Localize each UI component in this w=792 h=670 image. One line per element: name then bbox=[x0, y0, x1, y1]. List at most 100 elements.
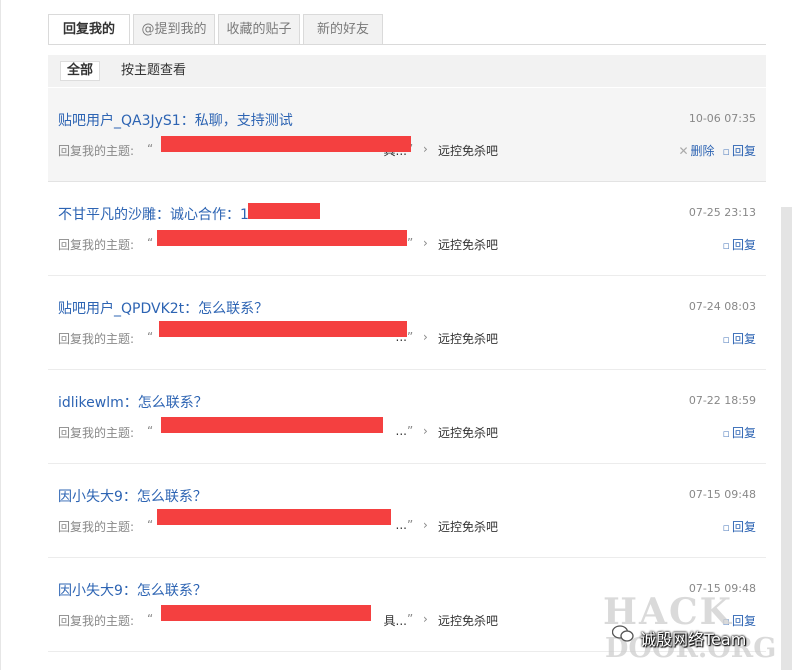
tab-new-friends[interactable]: 新的好友 bbox=[303, 14, 383, 44]
chevron-right-icon: › bbox=[423, 236, 428, 250]
reply-topic-label: 回复我的主题: bbox=[58, 426, 135, 440]
scrollbar[interactable] bbox=[781, 207, 792, 670]
filter-bar: 全部 按主题查看 bbox=[48, 55, 766, 87]
chevron-right-icon: › bbox=[423, 612, 428, 626]
quote-open: “ bbox=[147, 330, 154, 344]
tab-mentions[interactable]: @提到我的 bbox=[133, 14, 215, 44]
reply-user-link[interactable]: idlikewlm bbox=[58, 395, 124, 411]
redaction-mark bbox=[157, 509, 391, 525]
reply-topic-label: 回复我的主题: bbox=[58, 614, 135, 628]
chevron-right-icon: › bbox=[423, 518, 428, 532]
reply-item: 贴吧用户_QPDVK2t：怎么联系？ 07-24 08:03 回复我的主题: “...… bbox=[48, 276, 766, 370]
reply-item: idlikewlm：怎么联系？ 07-22 18:59 回复我的主题: “...” › 远… bbox=[48, 370, 766, 464]
filter-all[interactable]: 全部 bbox=[60, 61, 101, 81]
reply-title[interactable]: idlikewlm：怎么联系？ bbox=[58, 392, 208, 412]
quote-close: ” bbox=[407, 612, 414, 626]
chevron-right-icon: › bbox=[423, 424, 428, 438]
reply-user-link[interactable]: 因小失大9 bbox=[58, 489, 123, 505]
chevron-right-icon: › bbox=[423, 330, 428, 344]
reply-user-link[interactable]: 不甘平凡的沙雕 bbox=[58, 207, 156, 223]
reply-message[interactable]: 怎么联系？ bbox=[198, 301, 268, 317]
reply-actions: ✕ 删除 ▫ 回复 bbox=[678, 142, 756, 159]
forum-link[interactable]: 远控免杀吧 bbox=[438, 424, 498, 441]
forum-link[interactable]: 远控免杀吧 bbox=[438, 612, 498, 629]
reply-time: 10-06 07:35 bbox=[688, 112, 756, 125]
reply-label: 回复 bbox=[731, 426, 756, 440]
tab-favorites[interactable]: 收藏的贴子 bbox=[218, 14, 300, 44]
reply-time: 07-24 08:03 bbox=[688, 300, 756, 313]
reply-time: 07-15 09:48 bbox=[688, 488, 756, 501]
reply-time: 07-25 23:13 bbox=[688, 206, 756, 219]
title-colon: ： bbox=[123, 395, 138, 411]
reply-button[interactable]: ▫ 回复 bbox=[723, 520, 756, 534]
reply-button[interactable]: ▫ 回复 bbox=[723, 238, 756, 252]
wechat-logo-icon bbox=[611, 625, 634, 647]
forum-link[interactable]: 远控免杀吧 bbox=[438, 330, 498, 347]
reply-title[interactable]: 因小失大9：怎么联系？ bbox=[58, 486, 207, 506]
title-colon: ： bbox=[184, 301, 199, 317]
redaction-mark bbox=[157, 230, 407, 246]
reply-title[interactable]: 不甘平凡的沙雕：诚心合作：1 bbox=[58, 203, 320, 224]
reply-title[interactable]: 贴吧用户_QA3JyS1：私聊，支持测试 bbox=[58, 110, 293, 130]
quote-open: “ bbox=[147, 236, 154, 250]
reply-button[interactable]: ▫ 回复 bbox=[723, 332, 756, 346]
reply-item: 贴吧用户_QA3JyS1：私聊，支持测试10-06 07:35回复我的主题:“具… bbox=[48, 88, 766, 182]
reply-actions: ▫ 回复 bbox=[723, 236, 756, 253]
reply-button[interactable]: ▫ 回复 bbox=[723, 144, 756, 158]
delete-button[interactable]: ✕ 删除 bbox=[678, 144, 714, 158]
reply-topic-label: 回复我的主题: bbox=[58, 238, 135, 252]
reply-topic-label: 回复我的主题: bbox=[58, 520, 135, 534]
reply-title[interactable]: 贴吧用户_QPDVK2t：怎么联系？ bbox=[58, 298, 268, 318]
title-colon: ： bbox=[180, 113, 195, 129]
reply-button[interactable]: ▫ 回复 bbox=[723, 426, 756, 440]
reply-message[interactable]: 怎么联系？ bbox=[137, 489, 207, 505]
redaction-mark bbox=[161, 605, 371, 621]
forum-link[interactable]: 远控免杀吧 bbox=[438, 518, 498, 535]
reply-item: 因小失大9：怎么联系？ 07-15 09:48 回复我的主题: “...” › 远控免杀吧… bbox=[48, 464, 766, 558]
comment-icon: ▫ bbox=[722, 521, 730, 534]
reply-title[interactable]: 因小失大9：怎么联系？ bbox=[58, 580, 207, 600]
title-colon: ： bbox=[122, 489, 137, 505]
reply-user-link[interactable]: 贴吧用户_QPDVK2t bbox=[58, 301, 184, 317]
reply-message[interactable]: 怎么联系？ bbox=[137, 583, 207, 599]
reply-topic-label: 回复我的主题: bbox=[58, 332, 135, 346]
comment-icon: ▫ bbox=[722, 333, 730, 346]
quote-close: ” bbox=[407, 518, 414, 532]
reply-actions: ▫ 回复 bbox=[723, 424, 756, 441]
comment-icon: ▫ bbox=[722, 427, 730, 440]
reply-user-link[interactable]: 贴吧用户_QA3JyS1 bbox=[58, 113, 181, 129]
forum-link[interactable]: 远控免杀吧 bbox=[438, 142, 498, 159]
reply-actions: ▫ 回复 bbox=[723, 330, 756, 347]
redaction-mark bbox=[248, 203, 320, 219]
filter-by-topic[interactable]: 按主题查看 bbox=[115, 61, 192, 81]
reply-label: 回复 bbox=[731, 238, 756, 252]
title-colon: ： bbox=[156, 207, 170, 223]
comment-icon: ▫ bbox=[722, 145, 730, 158]
reply-label: 回复 bbox=[731, 520, 756, 534]
reply-actions: ▫ 回复 bbox=[723, 518, 756, 535]
quote-open: “ bbox=[147, 142, 154, 156]
redaction-mark bbox=[161, 417, 383, 433]
quote-open: “ bbox=[147, 518, 154, 532]
quote-close: ” bbox=[407, 424, 414, 438]
page-left-border bbox=[0, 0, 1, 670]
delete-label: 删除 bbox=[690, 144, 715, 158]
reply-topic-label: 回复我的主题: bbox=[58, 144, 135, 158]
tab-replies[interactable]: 回复我的 bbox=[48, 14, 130, 45]
watermark-brand: 诚殷网络Team bbox=[640, 630, 747, 649]
redaction-mark bbox=[161, 136, 411, 152]
reply-message[interactable]: 诚心合作：1 bbox=[170, 207, 249, 223]
chevron-right-icon: › bbox=[423, 142, 428, 156]
comment-icon: ▫ bbox=[722, 239, 730, 252]
quote-close: ” bbox=[407, 330, 414, 344]
x-icon: ✕ bbox=[678, 144, 689, 158]
reply-message[interactable]: 怎么联系？ bbox=[138, 395, 208, 411]
reply-message[interactable]: 私聊，支持测试 bbox=[195, 113, 293, 129]
title-colon: ： bbox=[122, 583, 137, 599]
reply-user-link[interactable]: 因小失大9 bbox=[58, 583, 123, 599]
reply-time: 07-22 18:59 bbox=[688, 394, 756, 407]
quote-open: “ bbox=[147, 424, 154, 438]
quote-open: “ bbox=[147, 612, 154, 626]
redaction-mark bbox=[159, 321, 407, 337]
forum-link[interactable]: 远控免杀吧 bbox=[438, 236, 498, 253]
